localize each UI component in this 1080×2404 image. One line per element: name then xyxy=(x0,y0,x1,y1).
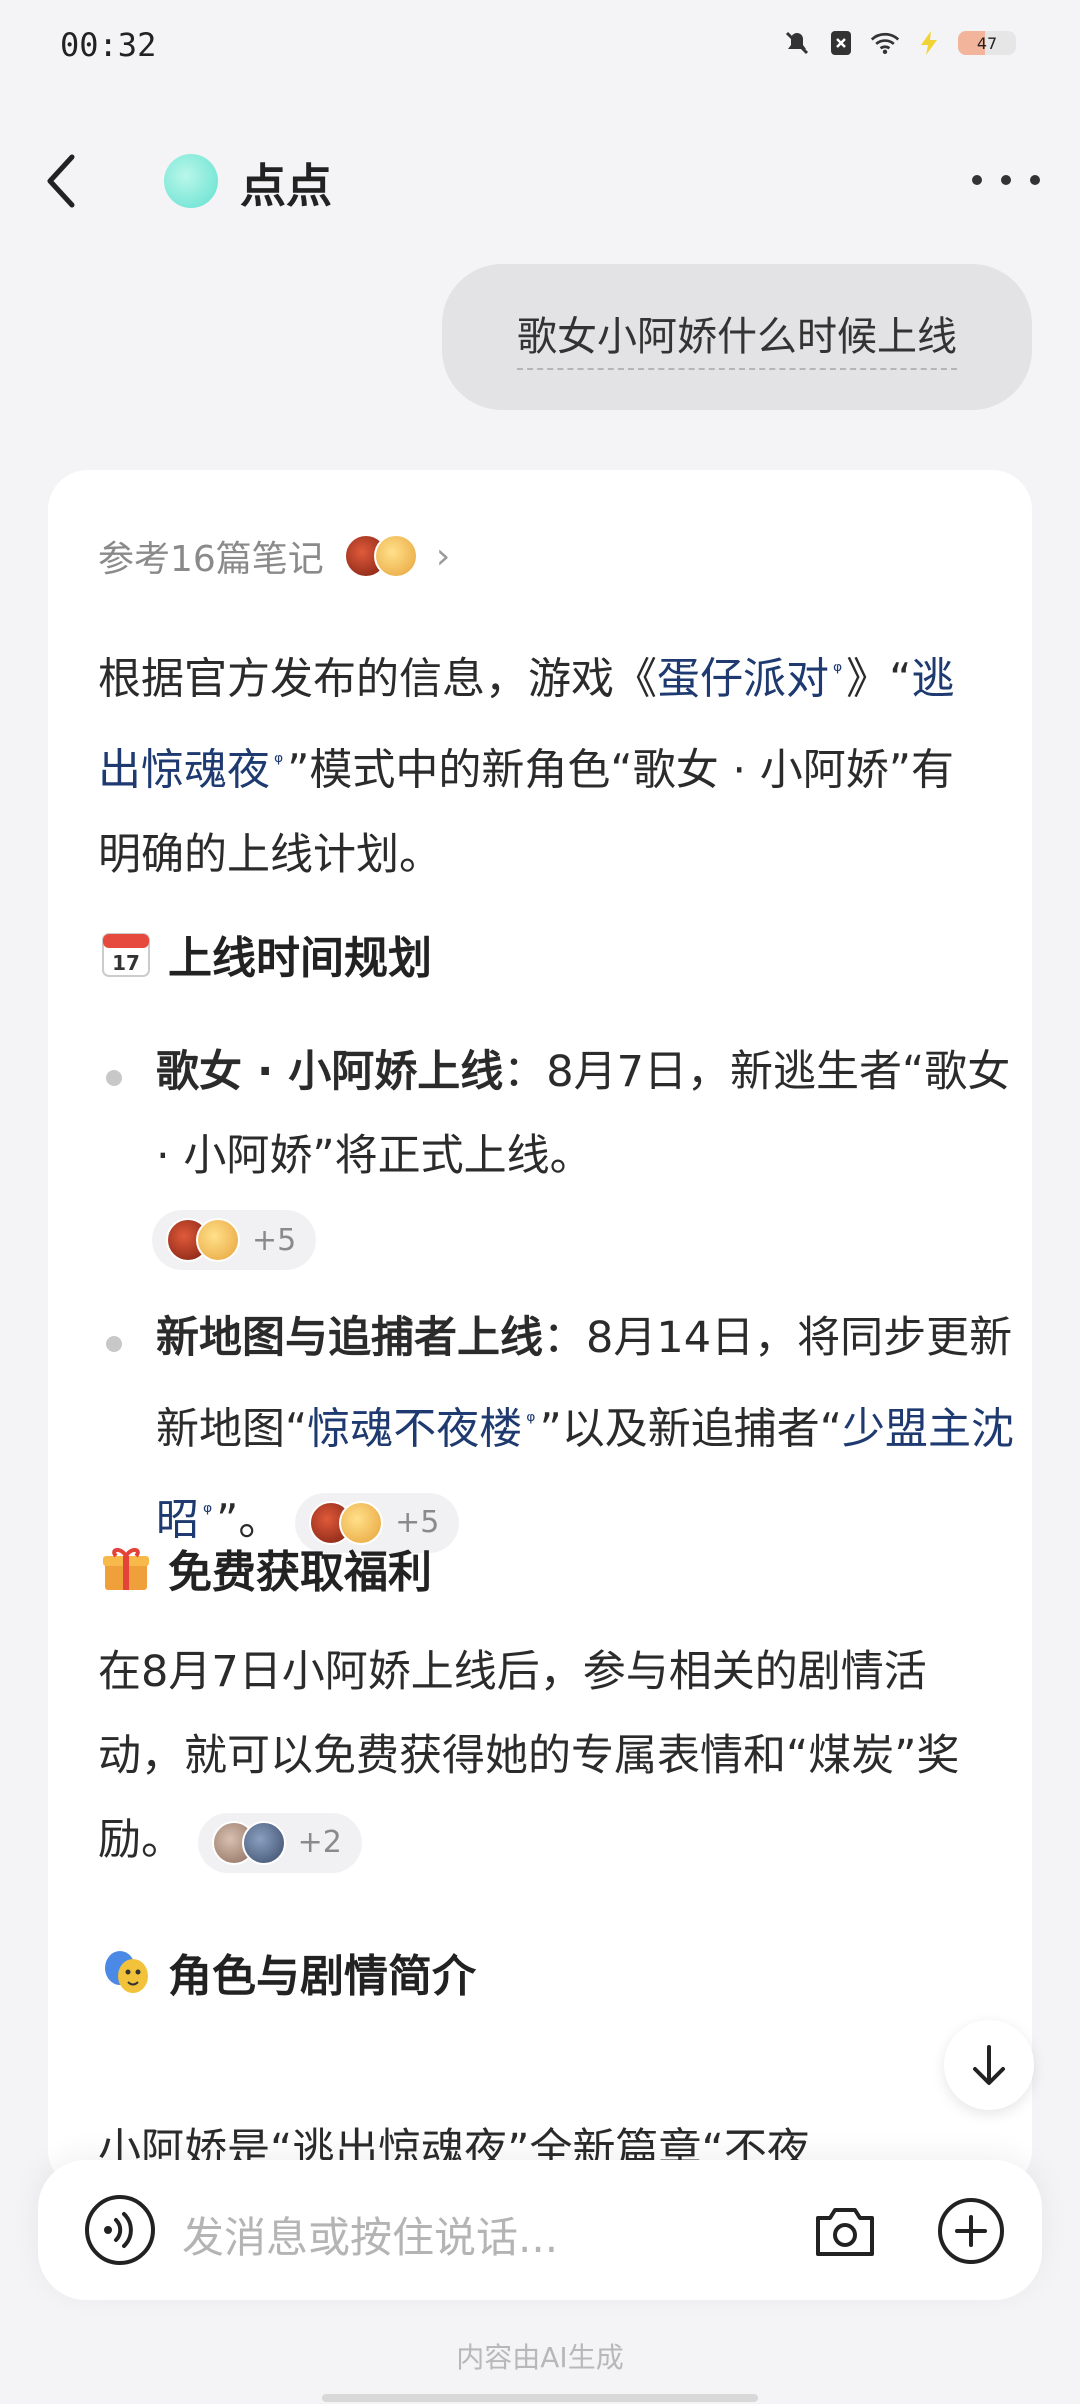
status-icons: 47 xyxy=(782,28,1016,58)
bullet-bold: 新地图与追捕者上线 xyxy=(156,1313,543,1363)
calendar-icon: 17 xyxy=(98,928,154,980)
section-title: 角色与剧情简介 xyxy=(168,1951,476,2002)
avatar xyxy=(241,1820,286,1865)
mute-icon xyxy=(782,28,812,58)
source-count: +2 xyxy=(297,1824,342,1860)
plus-button[interactable] xyxy=(934,2194,1008,2268)
message-input[interactable]: 发消息或按住说话... xyxy=(182,2204,558,2265)
bot-avatar[interactable] xyxy=(164,154,218,208)
section-title: 上线时间规划 xyxy=(168,933,432,984)
user-message-text: 歌女小阿娇什么时候上线 xyxy=(517,304,957,370)
bullet-dot xyxy=(106,1336,122,1352)
avatar xyxy=(196,1218,240,1262)
search-icon[interactable]: ᵠ xyxy=(203,1500,212,1525)
section-heading-story: 角色与剧情简介 xyxy=(98,1940,476,2004)
back-icon xyxy=(47,154,75,208)
benefits-paragraph: 在8月7日小阿娇上线后，参与相关的剧情活动，就可以免费获得她的专属表情和“煤炭”… xyxy=(98,1630,988,1882)
search-icon[interactable]: ᵠ xyxy=(274,750,283,775)
link-new-map[interactable]: 惊魂不夜楼 xyxy=(307,1404,522,1454)
references-label: 参考16篇笔记 xyxy=(98,539,324,580)
search-icon[interactable]: ᵠ xyxy=(833,659,842,684)
bullet-bold: 歌女 · 小阿娇上线 xyxy=(156,1047,504,1097)
voice-icon xyxy=(85,2195,155,2265)
more-icon xyxy=(972,175,982,185)
avatar xyxy=(373,534,418,578)
link-egg-party[interactable]: 蛋仔派对 xyxy=(657,654,829,704)
sim-icon xyxy=(826,28,856,58)
bullet-text-2: ”以及新追捕者“ xyxy=(539,1404,842,1455)
status-time: 00:32 xyxy=(60,26,157,64)
more-button[interactable] xyxy=(972,158,1040,202)
battery-level: 47 xyxy=(976,33,998,53)
wifi-icon xyxy=(870,28,900,58)
section-heading-benefits: 免费获取福利 xyxy=(98,1536,432,1600)
arrow-down-icon xyxy=(973,2045,1005,2085)
camera-button[interactable] xyxy=(808,2194,882,2268)
bullet-item-launch: 歌女 · 小阿娇上线：8月7日，新逃生者“歌女 · 小阿娇”将正式上线。 xyxy=(156,1030,1032,1198)
section-title: 免费获取福利 xyxy=(168,1547,432,1598)
search-icon[interactable]: ᵠ xyxy=(526,1409,535,1434)
user-message-bubble[interactable]: 歌女小阿娇什么时候上线 xyxy=(442,264,1032,410)
home-indicator[interactable] xyxy=(322,2394,758,2402)
bullet-item-map: 新地图与追捕者上线：8月14日，将同步更新新地图“惊魂不夜楼 ᵠ”以及新追捕者“少… xyxy=(156,1296,1032,1563)
message-input-bar: 发消息或按住说话... xyxy=(38,2160,1042,2300)
voice-button[interactable] xyxy=(82,2192,158,2268)
calendar-day: 17 xyxy=(112,951,140,975)
theater-mask-icon xyxy=(98,1946,154,1998)
section-heading-schedule: 17 上线时间规划 xyxy=(98,922,432,986)
charging-icon xyxy=(914,28,944,58)
scroll-to-bottom-button[interactable] xyxy=(944,2020,1034,2110)
ai-disclaimer: 内容由AI生成 xyxy=(456,2341,624,2374)
answer-card: 参考16篇笔记 › 根据官方发布的信息，游戏《蛋仔派对 ᵠ》“逃出惊魂夜 ᵠ”模式中… xyxy=(48,470,1032,2190)
camera-icon xyxy=(816,2208,874,2256)
plus-icon xyxy=(938,2198,1004,2264)
intro-text-2: 》“ xyxy=(846,654,912,705)
source-chip[interactable]: +2 xyxy=(197,1812,362,1873)
intro-paragraph: 根据官方发布的信息，游戏《蛋仔派对 ᵠ》“逃出惊魂夜 ᵠ”模式中的新角色“歌女 · … xyxy=(98,630,988,897)
battery-icon: 47 xyxy=(958,31,1016,55)
source-count: +5 xyxy=(252,1222,297,1258)
chevron-right-icon: › xyxy=(435,535,451,577)
references-avatars xyxy=(343,534,418,578)
bot-name[interactable]: 点点 xyxy=(240,150,332,216)
references-link[interactable]: 参考16篇笔记 › xyxy=(98,530,450,582)
intro-text-1: 根据官方发布的信息，游戏《 xyxy=(98,654,657,705)
gift-icon xyxy=(98,1542,154,1594)
source-chip[interactable]: +5 xyxy=(152,1210,317,1270)
bullet-dot xyxy=(106,1070,122,1086)
back-button[interactable] xyxy=(36,146,86,216)
